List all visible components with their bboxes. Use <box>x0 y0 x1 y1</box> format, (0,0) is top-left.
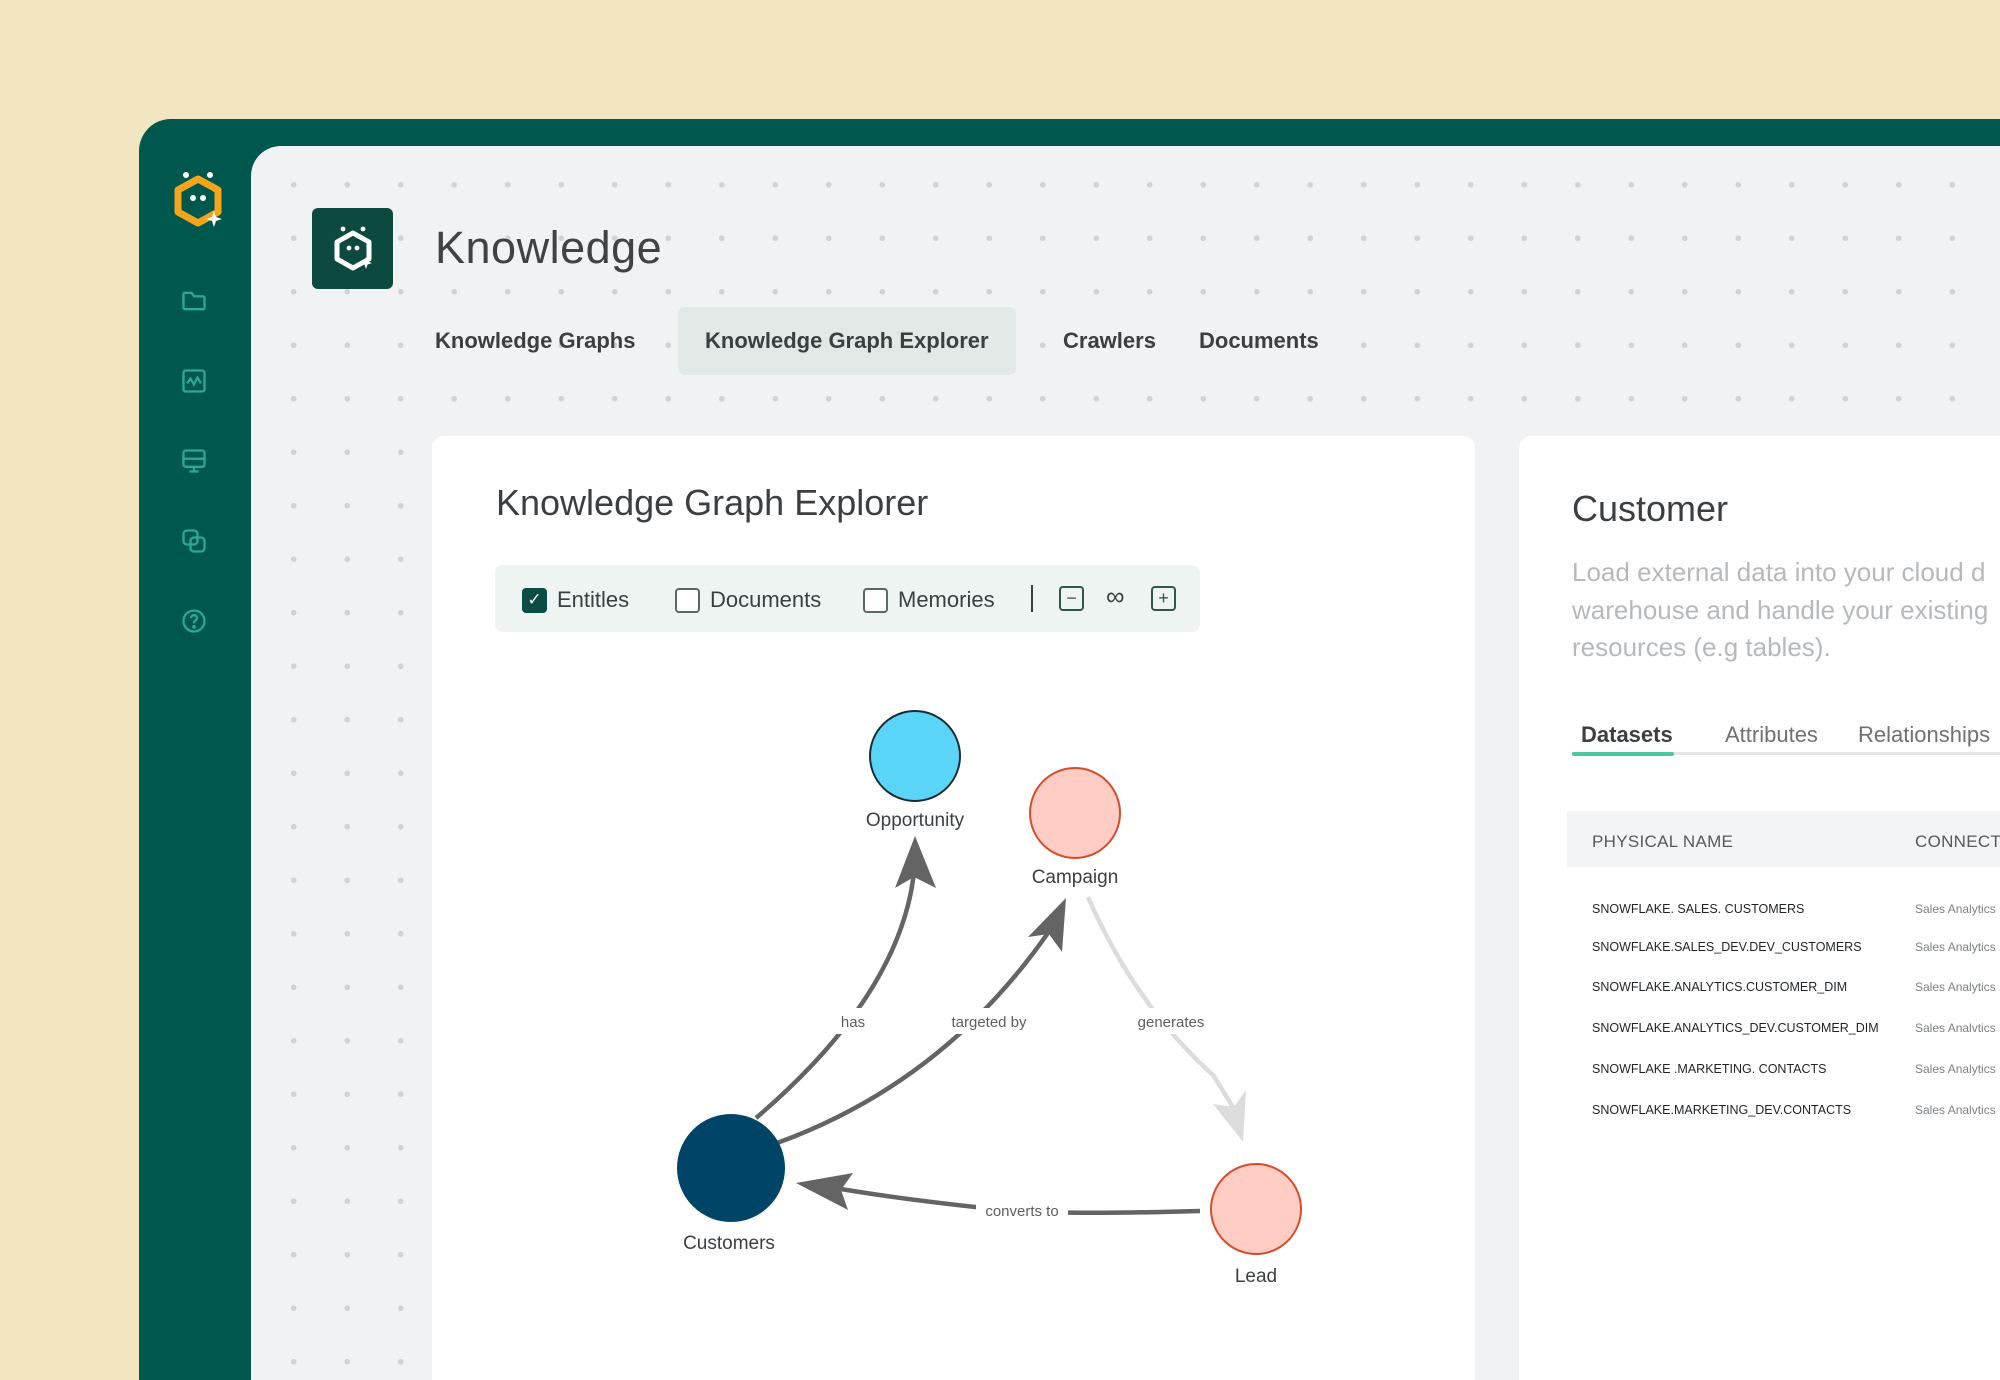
description-line: Load external data into your cloud d <box>1572 557 1986 587</box>
node-customers[interactable] <box>677 1114 785 1222</box>
customer-card: Customer Load external data into your cl… <box>1519 436 2000 1380</box>
table-row[interactable]: SNOWFLAKE. SALES. CUSTOMERS Sales Analyt… <box>1519 902 2000 932</box>
cell-connection: Sales Analytics <box>1915 1062 1996 1076</box>
edge-label-converts-to: converts to <box>985 1203 1058 1220</box>
column-physical-name[interactable]: PHYSICAL NAME <box>1592 832 1733 852</box>
cell-physical-name: SNOWFLAKE.ANALYTICS_DEV.CUSTOMER_DIM <box>1592 1021 1879 1035</box>
datasets-table-header: PHYSICAL NAME CONNECTI <box>1567 811 2000 867</box>
edge-label-generates: generates <box>1138 1014 1205 1031</box>
customer-description: Load external data into your cloud d war… <box>1572 554 2000 667</box>
customer-title: Customer <box>1572 488 1729 529</box>
node-label-customers: Customers <box>683 1233 775 1254</box>
tab-relationships[interactable]: Relationships <box>1858 722 1990 748</box>
cell-connection: Sales Analytics <box>1915 902 1996 916</box>
node-campaign[interactable] <box>1029 767 1121 859</box>
node-label-lead: Lead <box>1235 1266 1277 1287</box>
cell-connection: Sales Analytics <box>1915 940 1996 954</box>
table-row[interactable]: SNOWFLAKE.ANALYTICS_DEV.CUSTOMER_DIM Sal… <box>1519 1021 2000 1051</box>
node-opportunity[interactable] <box>869 710 961 802</box>
table-row[interactable]: SNOWFLAKE .MARKETING. CONTACTS Sales Ana… <box>1519 1062 2000 1092</box>
node-lead[interactable] <box>1210 1163 1302 1255</box>
edge-label-targeted-by: targeted by <box>951 1014 1027 1031</box>
cell-physical-name: SNOWFLAKE. SALES. CUSTOMERS <box>1592 902 1805 916</box>
cell-connection: Sales Analvtics <box>1915 1103 1996 1117</box>
node-label-opportunity: Opportunity <box>866 810 965 831</box>
description-line: resources (e.g tables). <box>1572 632 1831 662</box>
table-row[interactable]: SNOWFLAKE.MARKETING_DEV.CONTACTS Sales A… <box>1519 1103 2000 1133</box>
cell-physical-name: SNOWFLAKE .MARKETING. CONTACTS <box>1592 1062 1827 1076</box>
cell-physical-name: SNOWFLAKE.ANALYTICS.CUSTOMER_DIM <box>1592 980 1848 994</box>
table-row[interactable]: SNOWFLAKE.SALES_DEV.DEV_CUSTOMERS Sales … <box>1519 940 2000 970</box>
active-tab-indicator <box>1572 752 1674 756</box>
cell-connection: Sales Analvtics <box>1915 1021 1996 1035</box>
tab-datasets[interactable]: Datasets <box>1581 722 1673 748</box>
cell-physical-name: SNOWFLAKE.SALES_DEV.DEV_CUSTOMERS <box>1592 940 1862 954</box>
description-line: warehouse and handle your existing <box>1572 594 1989 625</box>
table-row[interactable]: SNOWFLAKE.ANALYTICS.CUSTOMER_DIM Sales A… <box>1519 980 2000 1010</box>
tab-attributes[interactable]: Attributes <box>1725 722 1818 748</box>
column-connection[interactable]: CONNECTI <box>1915 832 2000 852</box>
edge-label-has: has <box>841 1014 865 1031</box>
cell-physical-name: SNOWFLAKE.MARKETING_DEV.CONTACTS <box>1592 1103 1852 1117</box>
cell-connection: Sales Analytics <box>1915 980 1996 994</box>
node-label-campaign: Campaign <box>1032 867 1119 888</box>
